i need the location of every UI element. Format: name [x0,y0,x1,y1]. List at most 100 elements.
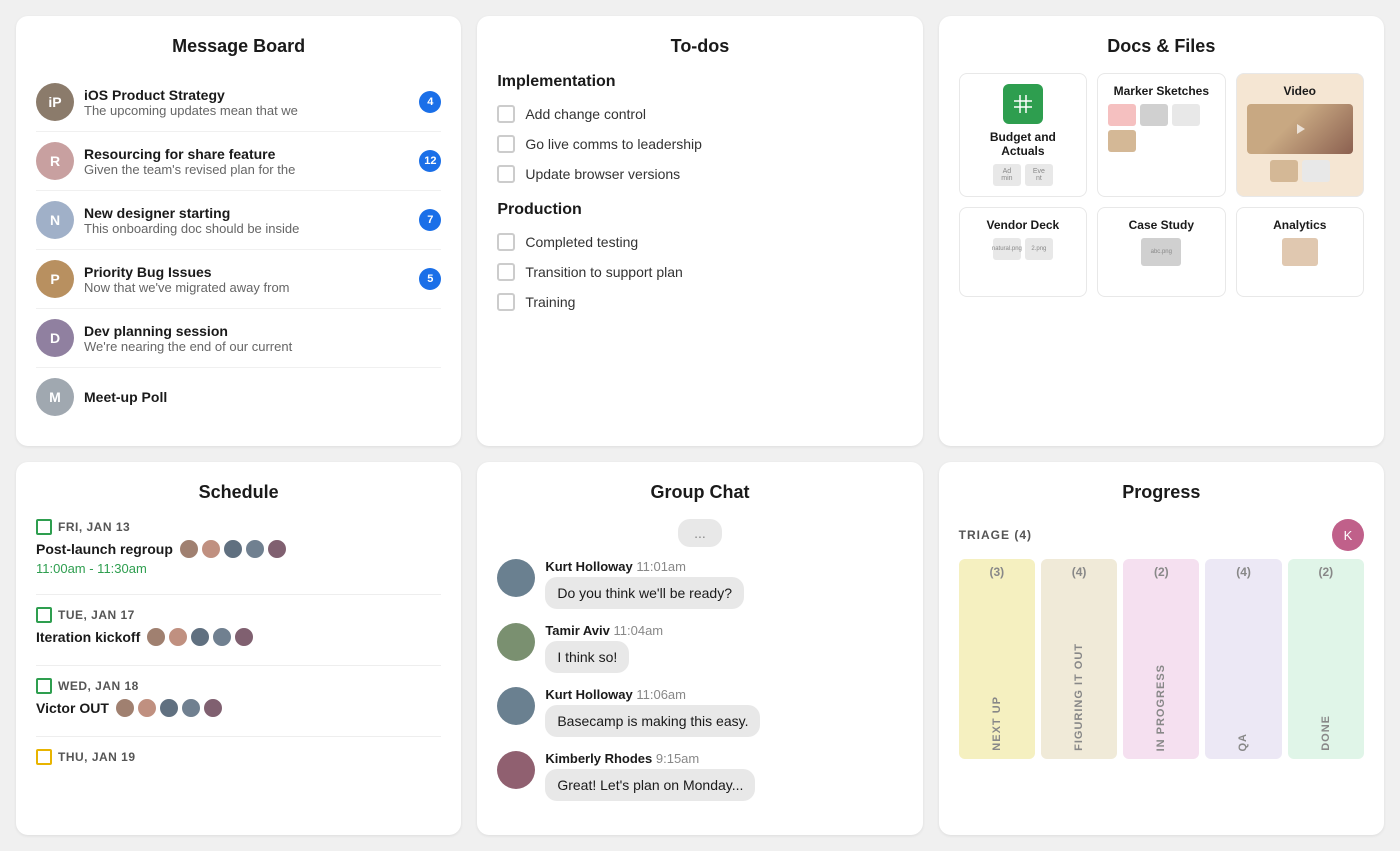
todo-checkbox[interactable] [497,263,515,281]
message-preview: Now that we've migrated away from [84,280,409,295]
todo-item: Transition to support plan [497,257,902,287]
doc-vendor-thumbs: natural.png 2.png [993,238,1053,260]
chat-content: Kurt Holloway 11:06am Basecamp is making… [545,687,760,737]
avatar: M [36,378,74,416]
doc-casestudy-title: Case Study [1129,218,1194,232]
doc-vendor-title: Vendor Deck [987,218,1060,232]
message-item[interactable]: M Meet-up Poll [36,368,441,426]
an-thumb1 [1282,238,1318,266]
progress-title: Progress [959,482,1364,503]
chat-sender: Kurt Holloway [545,559,632,574]
message-item[interactable]: D Dev planning session We're nearing the… [36,309,441,368]
chat-sender: Tamir Aviv [545,623,610,638]
docs-files-title: Docs & Files [959,36,1364,57]
doc-budget[interactable]: Budget and Actuals Admin Event [959,73,1087,197]
spreadsheet-icon [1003,84,1043,124]
schedule-date: WED, JAN 18 [36,678,441,694]
doc-analytics[interactable]: Analytics [1236,207,1364,297]
todo-text: Update browser versions [525,166,680,182]
doc-vendor[interactable]: Vendor Deck natural.png 2.png [959,207,1087,297]
doc-video[interactable]: Video [1236,73,1364,197]
avatars-row [179,539,287,559]
schedule-date: FRI, JAN 13 [36,519,441,535]
mini-avatar [203,698,223,718]
todo-checkbox[interactable] [497,135,515,153]
message-preview: The upcoming updates mean that we [84,103,409,118]
message-item[interactable]: N New designer starting This onboarding … [36,191,441,250]
mini-avatar [179,539,199,559]
message-title: Meet-up Poll [84,389,441,405]
chat-sender: Kimberly Rhodes [545,751,652,766]
message-item[interactable]: R Resourcing for share feature Given the… [36,132,441,191]
message-title: Resourcing for share feature [84,146,409,162]
todo-text: Completed testing [525,234,638,250]
progress-col-count: (3) [959,565,1035,579]
avatars-row [115,698,223,718]
message-badge: 12 [419,150,441,172]
chat-avatar [497,559,535,597]
doc-marker-thumbs [1108,104,1214,152]
mini-avatar [159,698,179,718]
schedule-event-title: Victor OUT [36,698,441,718]
schedule-divider [36,736,441,737]
thumb5 [1172,104,1200,126]
docs-files-card: Docs & Files Budget and Actuals Admin Ev… [939,16,1384,446]
message-content: Dev planning session We're nearing the e… [84,323,441,354]
todo-checkbox[interactable] [497,165,515,183]
todos-card: To-dos Implementation Add change control… [477,16,922,446]
todo-checkbox[interactable] [497,293,515,311]
chat-time: 11:04am [614,623,664,638]
mini-avatar [245,539,265,559]
message-title: Dev planning session [84,323,441,339]
progress-column: (2) IN PROGRESS [1123,559,1199,759]
mini-avatar [168,627,188,647]
message-content: Priority Bug Issues Now that we've migra… [84,264,409,295]
message-item[interactable]: P Priority Bug Issues Now that we've mig… [36,250,441,309]
message-preview: We're nearing the end of our current [84,339,441,354]
calendar-icon [36,678,52,694]
avatar: iP [36,83,74,121]
mini-avatar [190,627,210,647]
chat-bubble-row: Kimberly Rhodes 9:15am Great! Let's plan… [497,751,902,801]
todo-checkbox[interactable] [497,105,515,123]
message-board-card: Message Board iP iOS Product Strategy Th… [16,16,461,446]
message-content: iOS Product Strategy The upcoming update… [84,87,409,118]
progress-col-label: QA [1205,733,1281,752]
schedule-event-title: Iteration kickoff [36,627,441,647]
mini-avatar [267,539,287,559]
message-title: Priority Bug Issues [84,264,409,280]
todo-text: Transition to support plan [525,264,682,280]
thumb6 [1108,130,1136,152]
chat-content: Tamir Aviv 11:04am I think so! [545,623,663,673]
vthumb2 [1302,160,1330,182]
doc-casestudy[interactable]: Case Study abc.png [1097,207,1225,297]
chat-sender: Kurt Holloway [545,687,632,702]
doc-marker[interactable]: Marker Sketches [1097,73,1225,197]
todo-checkbox[interactable] [497,233,515,251]
schedule-divider [36,665,441,666]
schedule-item: THU, JAN 19 [36,749,441,769]
progress-user-avatar: K [1332,519,1364,551]
chat-bubble: Great! Let's plan on Monday... [545,769,755,801]
mini-avatar [137,698,157,718]
thumb2: Event [1025,164,1053,186]
schedule-date: TUE, JAN 17 [36,607,441,623]
avatar: N [36,201,74,239]
group-chat-title: Group Chat [497,482,902,503]
todo-section-title: Implementation [497,73,902,91]
schedule-event-title: Post-launch regroup [36,539,441,559]
progress-col-count: (2) [1123,565,1199,579]
message-item[interactable]: iP iOS Product Strategy The upcoming upd… [36,73,441,132]
message-title: New designer starting [84,205,409,221]
message-badge: 5 [419,268,441,290]
schedule-list: FRI, JAN 13 Post-launch regroup 11:00am … [36,519,441,769]
video-preview [1247,104,1353,154]
chat-header: Kimberly Rhodes 9:15am [545,751,755,766]
progress-column: (4) QA [1205,559,1281,759]
schedule-time: 11:00am - 11:30am [36,561,441,576]
calendar-icon [36,607,52,623]
todo-item: Training [497,287,902,317]
mini-avatar [212,627,232,647]
doc-budget-thumbs: Admin Event [993,164,1053,186]
todo-text: Add change control [525,106,646,122]
